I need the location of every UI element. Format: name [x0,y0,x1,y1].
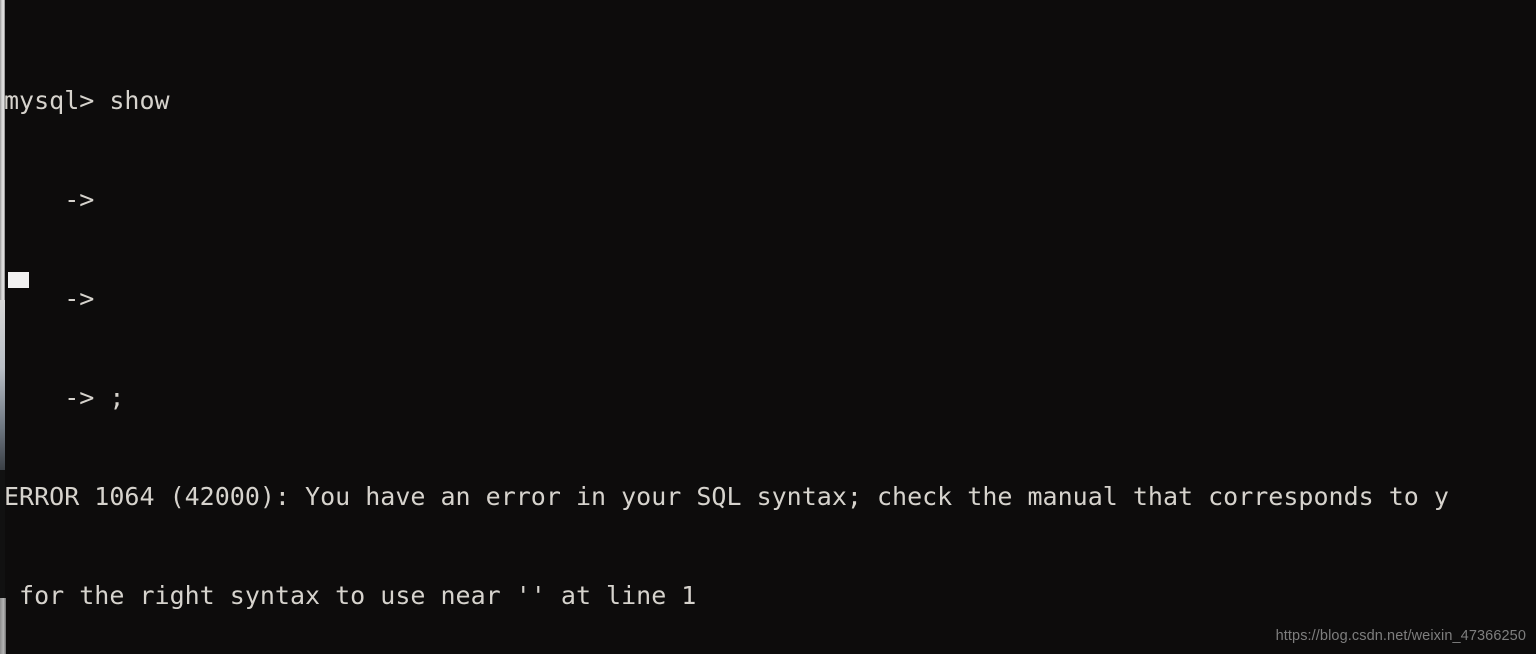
terminal-window[interactable]: mysql> show -> -> -> ; ERROR 1064 (42000… [0,0,1536,654]
terminal-line-command-show: mysql> show [4,86,170,115]
terminal-line-continuation-3: -> ; [4,383,125,412]
terminal-line-continuation-1: -> [4,185,110,214]
watermark-url: https://blog.csdn.net/weixin_47366250 [1275,628,1526,644]
window-left-edge-dark-segment [0,470,5,600]
window-left-edge-bottom-strip [0,598,6,654]
terminal-output[interactable]: mysql> show -> -> -> ; ERROR 1064 (42000… [4,18,1536,654]
terminal-line-continuation-2: -> [4,284,110,313]
screen-artifact-block [8,272,29,288]
terminal-line-error-2: for the right syntax to use near '' at l… [4,581,697,610]
window-left-edge-scrollbar[interactable] [0,300,5,470]
terminal-line-error-1: ERROR 1064 (42000): You have an error in… [4,482,1449,511]
